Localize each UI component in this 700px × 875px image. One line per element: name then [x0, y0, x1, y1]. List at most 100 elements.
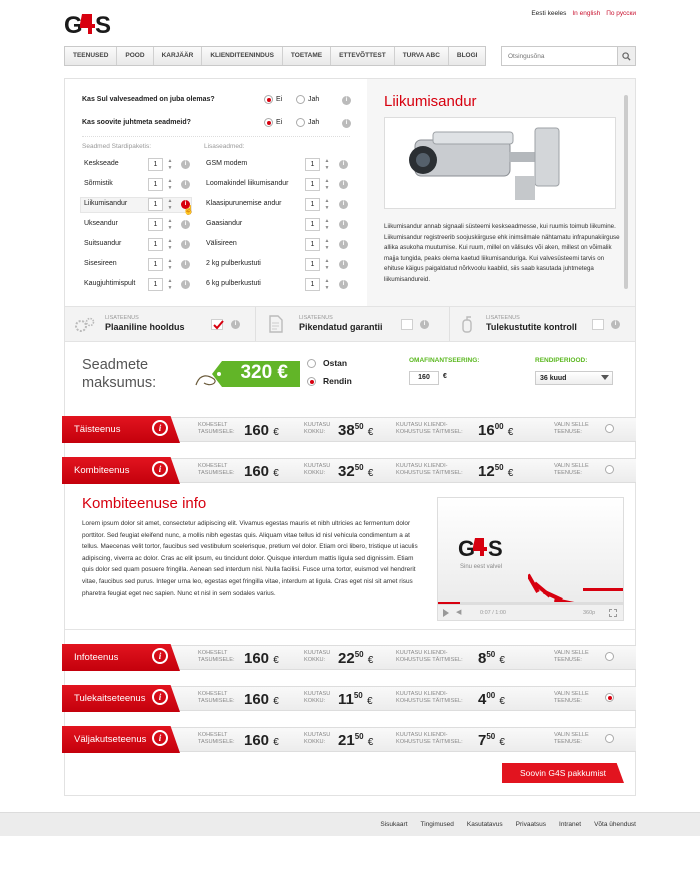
footer-link-intranet[interactable]: Intranet — [559, 821, 581, 828]
addon-checkbox-warranty[interactable] — [401, 319, 413, 330]
info-icon[interactable]: i — [231, 320, 240, 329]
info-icon[interactable]: i — [339, 260, 348, 269]
info-icon[interactable]: i — [152, 689, 168, 705]
quantity-input[interactable]: 1 — [305, 178, 320, 191]
info-icon[interactable]: i — [339, 160, 348, 169]
info-icon[interactable]: i — [339, 280, 348, 289]
video-quality[interactable]: 360p — [583, 610, 595, 616]
quantity-stepper[interactable]: ▲ ▼ — [323, 178, 331, 191]
option-rent[interactable]: Rendin — [307, 376, 352, 386]
quantity-input[interactable]: 1 — [148, 278, 163, 291]
service-select-radio[interactable] — [605, 465, 614, 474]
description-scrollbar[interactable] — [624, 95, 628, 289]
info-icon[interactable]: i — [152, 420, 168, 436]
addon-checkbox-maintenance[interactable] — [211, 319, 224, 330]
footer-link-terms[interactable]: Tingimused — [421, 821, 454, 828]
quantity-stepper[interactable]: ▲ ▼ — [323, 158, 331, 171]
quantity-stepper[interactable]: ▲ ▼ — [166, 178, 174, 191]
info-icon[interactable]: i — [152, 730, 168, 746]
quantity-stepper[interactable]: ▲ ▼ — [323, 258, 331, 271]
service-select-radio[interactable] — [605, 693, 614, 702]
info-icon[interactable]: i — [339, 240, 348, 249]
footer-link-privacy[interactable]: Privaatsus — [516, 821, 546, 828]
video-player[interactable]: G S Sinu eest valvel ◀ 0:07 / 1:00 360p — [437, 497, 624, 621]
quantity-stepper[interactable]: ▲ ▼ — [166, 278, 174, 291]
info-icon[interactable]: i — [342, 96, 351, 105]
quantity-input[interactable]: 1 — [148, 218, 163, 231]
info-icon[interactable]: i — [152, 461, 168, 477]
nav-item-klienditeenindus[interactable]: KLIENDITEENINDUS — [202, 47, 283, 65]
lang-russian[interactable]: По русски — [606, 10, 636, 17]
service-select-radio[interactable] — [605, 734, 614, 743]
info-icon[interactable]: i — [181, 160, 190, 169]
quantity-input[interactable]: 1 — [305, 158, 320, 171]
search-button[interactable] — [617, 47, 635, 65]
info-icon[interactable]: i — [181, 280, 190, 289]
lang-english[interactable]: In english — [572, 10, 600, 17]
quantity-stepper[interactable]: ▲ ▼ — [166, 158, 174, 171]
quantity-input[interactable]: 1 — [148, 178, 163, 191]
footer-link-usability[interactable]: Kasutatavus — [467, 821, 503, 828]
service-select-radio[interactable] — [605, 652, 614, 661]
nav-item-turva-abc[interactable]: TURVA ABC — [395, 47, 449, 65]
quantity-input[interactable]: 1 — [148, 258, 163, 271]
service-row: Infoteenus i KOHESELT TASUMISELE: 160 € K… — [62, 644, 636, 671]
answer-ei-2[interactable]: Ei — [264, 118, 282, 128]
quantity-input[interactable]: 1 — [305, 238, 320, 251]
footer-link-contact[interactable]: Võta ühendust — [594, 821, 636, 828]
request-offer-button[interactable]: Soovin G4S pakkumist — [502, 763, 624, 783]
fullscreen-icon[interactable] — [609, 609, 617, 617]
info-icon[interactable]: i — [181, 220, 190, 229]
quantity-stepper[interactable]: ▲ ▼ — [323, 198, 331, 211]
lang-estonian[interactable]: Eesti keeles — [531, 10, 566, 17]
nav-item-toetame[interactable]: TOETAME — [283, 47, 332, 65]
answer-ei-1[interactable]: Ei — [264, 95, 282, 105]
info-icon[interactable]: i — [342, 119, 351, 128]
nav-item-pood[interactable]: POOD — [117, 47, 154, 65]
g4s-logo[interactable]: G S — [64, 10, 114, 39]
option-buy[interactable]: Ostan — [307, 358, 347, 368]
quantity-input[interactable]: 1 — [305, 278, 320, 291]
info-icon[interactable]: i — [339, 180, 348, 189]
search-input[interactable] — [502, 47, 617, 65]
price-upfront: 160 € — [244, 463, 279, 480]
service-select-radio[interactable] — [605, 424, 614, 433]
rent-period-select[interactable]: 36 kuud — [535, 371, 613, 385]
equipment-cost-label: Seadmete maksumus: — [82, 357, 157, 391]
quantity-stepper[interactable]: ▲ ▼ — [323, 278, 331, 291]
video-tagline: Sinu eest valvel — [460, 564, 503, 570]
answer-jah-2[interactable]: Jah — [296, 118, 319, 128]
quantity-input[interactable]: 1 — [148, 198, 163, 211]
info-icon[interactable]: i — [420, 320, 429, 329]
volume-icon[interactable]: ◀ — [456, 608, 461, 616]
quantity-stepper[interactable]: ▲ ▼ — [323, 238, 331, 251]
quantity-input[interactable]: 1 — [305, 258, 320, 271]
quantity-stepper[interactable]: ▲ ▼ — [166, 198, 174, 211]
info-icon[interactable]: i — [339, 220, 348, 229]
quantity-stepper[interactable]: ▲ ▼ — [166, 238, 174, 251]
price-label: KUUTASU KOKKU: — [304, 732, 331, 745]
info-icon[interactable]: i — [181, 180, 190, 189]
quantity-stepper[interactable]: ▲ ▼ — [166, 218, 174, 231]
quantity-stepper[interactable]: ▲ ▼ — [166, 258, 174, 271]
info-icon[interactable]: i — [152, 648, 168, 664]
search-box — [501, 46, 636, 66]
nav-item-blogi[interactable]: BLOGI — [449, 47, 486, 65]
quantity-input[interactable]: 1 — [148, 158, 163, 171]
nav-item-teenused[interactable]: TEENUSED — [65, 47, 118, 65]
nav-item-karjaar[interactable]: KARJÄÄR — [154, 47, 203, 65]
info-icon[interactable]: i — [181, 260, 190, 269]
info-icon[interactable]: i — [611, 320, 620, 329]
quantity-input[interactable]: 1 — [148, 238, 163, 251]
footer-link-sitemap[interactable]: Sisukaart — [380, 821, 407, 828]
answer-jah-1[interactable]: Jah — [296, 95, 319, 105]
self-financing-input[interactable]: 160 — [409, 371, 439, 385]
quantity-stepper[interactable]: ▲ ▼ — [323, 218, 331, 231]
addon-checkbox-extinguisher[interactable] — [592, 319, 604, 330]
info-icon[interactable]: i — [181, 240, 190, 249]
quantity-input[interactable]: 1 — [305, 198, 320, 211]
nav-item-ettevottest[interactable]: ETTEVÕTTEST — [331, 47, 395, 65]
quantity-input[interactable]: 1 — [305, 218, 320, 231]
info-icon[interactable]: i — [339, 200, 348, 209]
play-icon[interactable] — [443, 609, 449, 617]
